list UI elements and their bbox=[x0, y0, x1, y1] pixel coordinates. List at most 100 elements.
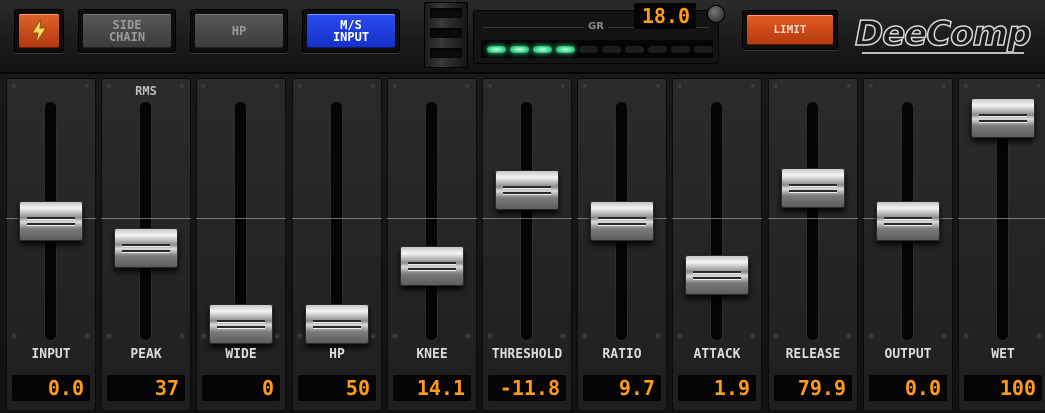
gr-led bbox=[625, 45, 644, 53]
hp-button[interactable]: HP bbox=[190, 9, 288, 53]
fader-label: ATTACK bbox=[693, 347, 741, 362]
screw-icon bbox=[868, 333, 875, 340]
fader-label: KNEE bbox=[416, 347, 448, 362]
gr-reset-knob[interactable] bbox=[708, 6, 724, 22]
screw-icon bbox=[655, 333, 662, 340]
fader-track[interactable] bbox=[711, 102, 722, 340]
gr-led bbox=[602, 45, 621, 53]
sidechain-button[interactable]: SIDE CHAIN bbox=[78, 9, 176, 53]
screw-icon bbox=[582, 83, 589, 90]
fader-handle[interactable] bbox=[114, 228, 178, 268]
screw-icon bbox=[677, 333, 684, 340]
fader-strip-threshold: THRESHOLD -11.8 bbox=[482, 78, 572, 411]
unity-line bbox=[768, 218, 858, 219]
fader-handle[interactable] bbox=[495, 170, 559, 210]
fader-handle[interactable] bbox=[400, 246, 464, 286]
screw-icon bbox=[846, 333, 853, 340]
screw-icon bbox=[274, 333, 281, 340]
fader-label: WET bbox=[991, 347, 1015, 362]
fader-strip-hp: HP 50 bbox=[292, 78, 382, 411]
unity-line bbox=[292, 218, 382, 219]
gr-led bbox=[671, 45, 690, 53]
unity-line bbox=[387, 218, 477, 219]
value-readout[interactable]: 14.1 bbox=[393, 375, 471, 401]
unity-line bbox=[958, 218, 1045, 219]
screw-icon bbox=[750, 333, 757, 340]
screw-icon bbox=[297, 333, 304, 340]
logo-underline bbox=[862, 52, 1024, 54]
screw-icon bbox=[963, 333, 970, 340]
gr-led bbox=[556, 45, 575, 53]
screw-icon bbox=[179, 333, 186, 340]
limit-label: LIMIT bbox=[747, 15, 833, 45]
limit-button[interactable]: LIMIT bbox=[742, 10, 838, 50]
screw-icon bbox=[465, 333, 472, 340]
fader-label: THRESHOLD bbox=[491, 347, 563, 362]
screw-icon bbox=[773, 333, 780, 340]
screw-icon bbox=[11, 333, 18, 340]
value-readout[interactable]: 0.0 bbox=[12, 375, 90, 401]
fader-handle[interactable] bbox=[781, 168, 845, 208]
value-readout[interactable]: 100 bbox=[964, 375, 1042, 401]
fader-label: OUTPUT bbox=[884, 347, 932, 362]
deecomp-plugin-window: SIDE CHAIN HP M/S INPUT GR 18.0 LIMIT De… bbox=[0, 0, 1045, 413]
value-readout[interactable]: 9.7 bbox=[583, 375, 661, 401]
screw-icon bbox=[487, 333, 494, 340]
screw-icon bbox=[106, 333, 113, 340]
fader-track[interactable] bbox=[140, 102, 151, 340]
screw-icon bbox=[84, 83, 91, 90]
fader-label: PEAK bbox=[130, 347, 162, 362]
fader-handle[interactable] bbox=[209, 304, 273, 344]
fader-strip-peak: RMS PEAK 37 bbox=[101, 78, 191, 411]
fader-handle[interactable] bbox=[590, 201, 654, 241]
screw-icon bbox=[201, 83, 208, 90]
value-readout[interactable]: 0 bbox=[202, 375, 280, 401]
fader-label: RELEASE bbox=[785, 347, 841, 362]
fader-handle[interactable] bbox=[971, 98, 1035, 138]
rack-handle bbox=[424, 2, 468, 68]
fader-strip-release: RELEASE 79.9 bbox=[768, 78, 858, 411]
fader-track[interactable] bbox=[807, 102, 818, 340]
value-readout[interactable]: 1.9 bbox=[678, 375, 756, 401]
gr-led bbox=[694, 45, 713, 53]
fader-strip-output: OUTPUT 0.0 bbox=[863, 78, 953, 411]
screw-icon bbox=[274, 83, 281, 90]
fader-handle[interactable] bbox=[305, 304, 369, 344]
unity-line bbox=[196, 218, 286, 219]
screw-icon bbox=[370, 333, 377, 340]
value-readout[interactable]: 37 bbox=[107, 375, 185, 401]
fader-handle[interactable] bbox=[685, 255, 749, 295]
screw-icon bbox=[1036, 333, 1043, 340]
screw-icon bbox=[11, 83, 18, 90]
screw-icon bbox=[750, 83, 757, 90]
gr-meter bbox=[481, 40, 713, 58]
value-readout[interactable]: 0.0 bbox=[869, 375, 947, 401]
unity-line bbox=[482, 218, 572, 219]
fader-strip-knee: KNEE 14.1 bbox=[387, 78, 477, 411]
screw-icon bbox=[655, 83, 662, 90]
fader-track[interactable] bbox=[521, 102, 532, 340]
unity-line bbox=[672, 218, 762, 219]
value-readout[interactable]: 50 bbox=[298, 375, 376, 401]
screw-icon bbox=[941, 333, 948, 340]
fader-handle[interactable] bbox=[876, 201, 940, 241]
ms-input-button[interactable]: M/S INPUT bbox=[302, 9, 400, 53]
screw-icon bbox=[677, 83, 684, 90]
gr-led bbox=[510, 45, 529, 53]
gr-led bbox=[579, 45, 598, 53]
screw-icon bbox=[560, 333, 567, 340]
screw-icon bbox=[297, 83, 304, 90]
power-button[interactable] bbox=[14, 9, 64, 53]
screw-icon bbox=[941, 83, 948, 90]
fader-strip-attack: ATTACK 1.9 bbox=[672, 78, 762, 411]
gr-label: GR bbox=[584, 21, 608, 32]
value-readout[interactable]: -11.8 bbox=[488, 375, 566, 401]
screw-icon bbox=[1036, 83, 1043, 90]
screw-icon bbox=[846, 83, 853, 90]
lightning-bolt-icon bbox=[19, 14, 59, 48]
gr-led bbox=[533, 45, 552, 53]
fader-label: WIDE bbox=[225, 347, 257, 362]
value-readout[interactable]: 79.9 bbox=[774, 375, 852, 401]
fader-track[interactable] bbox=[426, 102, 437, 340]
fader-handle[interactable] bbox=[19, 201, 83, 241]
